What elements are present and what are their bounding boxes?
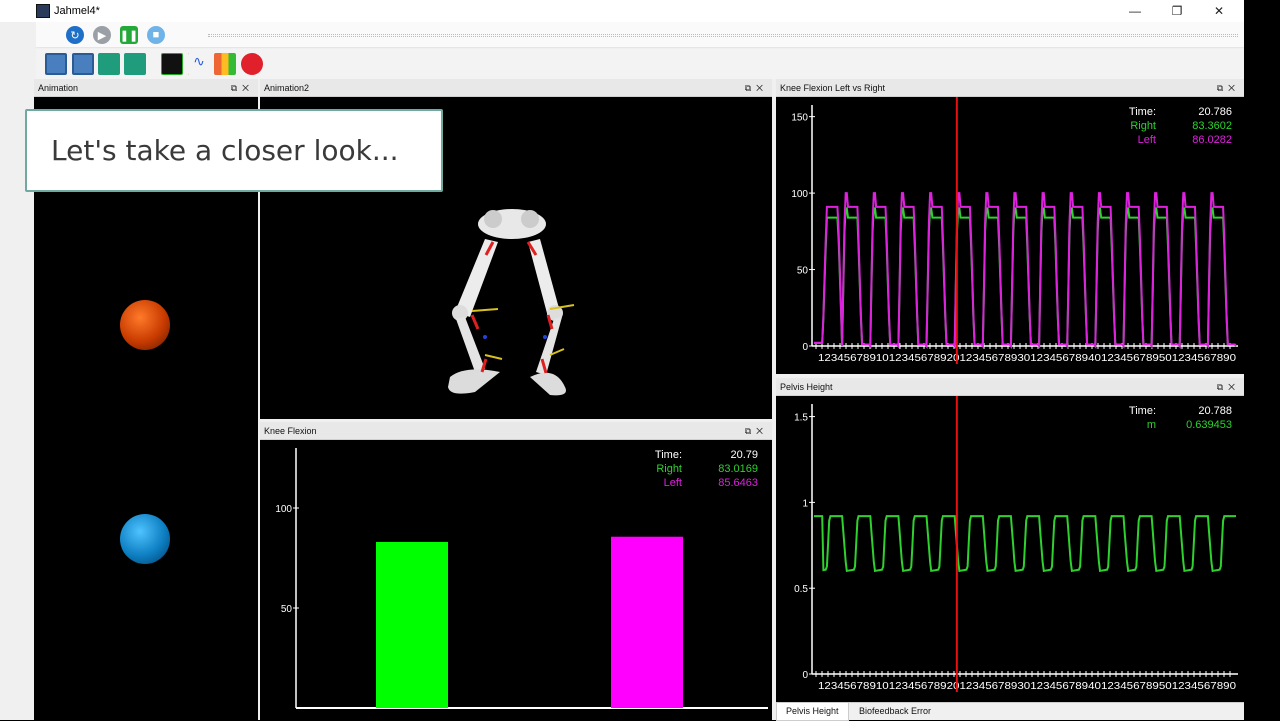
- play-icon[interactable]: ▶: [93, 26, 111, 44]
- y-tick-label: 50: [797, 266, 809, 277]
- right-value: 83.0169: [718, 463, 758, 475]
- pelvis-line-chart: 0 0.5 1 1.5 12345678910123456789201234567893…: [794, 396, 1238, 692]
- restart-icon[interactable]: ↻: [66, 26, 84, 44]
- right-value: 83.3602: [1192, 120, 1232, 132]
- save-icon[interactable]: [72, 53, 94, 75]
- panel-controls[interactable]: ⧉✕: [745, 422, 768, 440]
- panel-controls[interactable]: ⧉✕: [745, 79, 768, 97]
- bottom-ball: [120, 514, 170, 564]
- y-tick-label: 0: [802, 342, 808, 353]
- series-line-right: [814, 207, 1237, 349]
- tab-biofeedback-error[interactable]: Biofeedback Error: [850, 703, 940, 721]
- plot-icon[interactable]: [161, 53, 183, 75]
- time-label: Time:: [1128, 106, 1156, 118]
- time-label: Time:: [1128, 405, 1156, 417]
- record-icon[interactable]: [241, 53, 263, 75]
- left-value: 85.6463: [718, 477, 758, 489]
- y-tick-label: 1: [802, 498, 808, 509]
- close-button[interactable]: ✕: [1198, 0, 1240, 22]
- caption-text: Let's take a closer look...: [51, 134, 399, 167]
- waveform-icon[interactable]: [98, 53, 120, 75]
- panel-title: Pelvis Height: [780, 382, 833, 392]
- panel-title: Knee Flexion: [264, 426, 317, 436]
- audio-icon[interactable]: ∿: [188, 53, 210, 75]
- caption-overlay: Let's take a closer look...: [25, 109, 443, 192]
- panel-header: Animation ⧉✕: [34, 79, 258, 97]
- maximize-button[interactable]: ❐: [1156, 0, 1198, 22]
- panel-header: Pelvis Height ⧉✕: [776, 378, 1244, 396]
- minimize-button[interactable]: —: [1114, 0, 1156, 22]
- panel-controls[interactable]: ⧉✕: [231, 79, 254, 97]
- x-tick-labels: 1234567891012345678920123456789301234567…: [818, 680, 1236, 692]
- app-icon: [36, 4, 50, 18]
- m-label: m: [1146, 419, 1156, 431]
- right-label: Right: [1130, 120, 1156, 132]
- bar-right: [376, 541, 448, 708]
- left-value: 86.0282: [1192, 134, 1232, 146]
- y-tick-label: 50: [281, 604, 293, 615]
- y-tick-label: 150: [791, 113, 808, 124]
- knee-flexion-chart-area: 50 100 Time: 20.79 Right 83.0169 Left 85.646…: [260, 440, 772, 720]
- y-tick-label: 100: [791, 189, 808, 200]
- playback-toolbar: ↻ ▶ ❚❚ ■: [36, 22, 1244, 63]
- app-window: Jahmel4* — ❐ ✕ ↻ ▶ ❚❚ ■ ∿ Animation ⧉✕ An…: [0, 0, 1244, 721]
- bar-left: [611, 536, 683, 708]
- panel-title: Animation2: [264, 83, 310, 93]
- pelvis-chart-area: 0 0.5 1 1.5 12345678910123456789201234567893…: [776, 396, 1244, 702]
- time-value: 20.786: [1198, 106, 1232, 118]
- knee-flexion-panel: Knee Flexion ⧉✕ 50 100 Time: 20.79 Right 83.…: [260, 422, 772, 720]
- waveform-add-icon[interactable]: [124, 53, 146, 75]
- y-tick-label: 0.5: [794, 584, 808, 595]
- panel-controls[interactable]: ⧉✕: [1217, 378, 1240, 396]
- save-as-icon[interactable]: [45, 53, 67, 75]
- bottom-tab-bar: Pelvis Height Biofeedback Error: [776, 702, 1244, 721]
- knee-lr-panel: Knee Flexion Left vs Right ⧉✕ 0 50 100 150 12…: [776, 79, 1244, 374]
- panel-header: Knee Flexion ⧉✕: [260, 422, 772, 440]
- window-title: Jahmel4*: [54, 5, 100, 17]
- pause-icon[interactable]: ❚❚: [120, 26, 138, 44]
- knee-lr-chart-area: 0 50 100 150 1234567891012345678920123456789…: [776, 97, 1244, 374]
- seek-track[interactable]: [208, 34, 1238, 37]
- pelvis-readout: Time: 20.788 m 0.639453: [1082, 404, 1232, 432]
- m-value: 0.639453: [1186, 419, 1232, 431]
- x-tick-labels: 1234567891012345678920123456789301234567…: [818, 352, 1236, 364]
- series-line-m: [814, 515, 1236, 573]
- y-tick-label: 100: [275, 504, 292, 515]
- series-line-left: [814, 192, 1237, 349]
- panel-title: Animation: [38, 83, 79, 93]
- y-tick-label: 0: [802, 670, 808, 681]
- screen-edge: [1244, 0, 1280, 720]
- knee-lr-readout: Time: 20.786 Right 83.3602 Left 86.0282: [1082, 105, 1232, 147]
- panel-header: Knee Flexion Left vs Right ⧉✕: [776, 79, 1244, 97]
- right-label: Right: [656, 463, 682, 475]
- y-tick-label: 1.5: [794, 413, 808, 424]
- tab-pelvis-height[interactable]: Pelvis Height: [776, 703, 849, 721]
- panel-title: Knee Flexion Left vs Right: [780, 83, 886, 93]
- stop-icon[interactable]: ■: [147, 26, 165, 44]
- time-label: Time:: [654, 449, 682, 461]
- tools-toolbar: ∿: [36, 49, 1244, 79]
- panel-controls[interactable]: ⧉✕: [1217, 79, 1240, 97]
- time-value: 20.788: [1198, 405, 1232, 417]
- time-value: 20.79: [730, 449, 758, 461]
- bars-icon[interactable]: [214, 53, 236, 75]
- left-label: Left: [1137, 134, 1156, 146]
- pelvis-panel: Pelvis Height ⧉✕ 0 0.5 1 1.5 1234567891012345…: [776, 378, 1244, 702]
- title-bar: Jahmel4* — ❐ ✕: [0, 0, 1244, 22]
- left-label: Left: [663, 477, 682, 489]
- knee-flexion-readout: Time: 20.79 Right 83.0169 Left 85.6463: [608, 448, 758, 490]
- top-ball: [120, 300, 170, 350]
- panel-header: Animation2 ⧉✕: [260, 79, 772, 97]
